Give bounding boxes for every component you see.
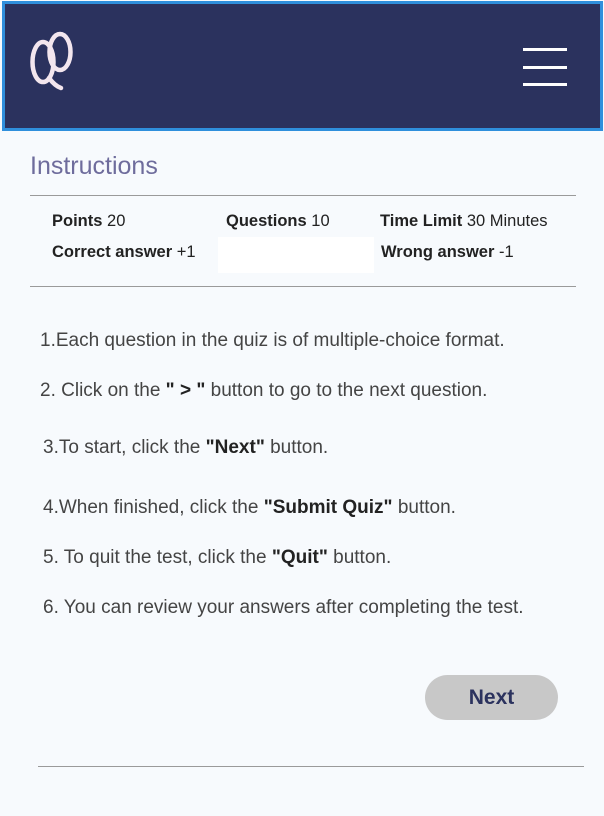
wrong-answer-info: Wrong answer -1 <box>381 243 514 262</box>
points-value: 20 <box>107 212 126 230</box>
time-limit-label: Time Limit <box>380 212 463 230</box>
title-divider <box>30 195 576 196</box>
instruction-step: 2. Click on the " > " button to go to th… <box>40 380 487 402</box>
points-label: Points <box>52 212 103 230</box>
step-text: 2. Click on the <box>40 380 166 401</box>
step-text: button. <box>327 547 392 568</box>
step-highlight: "Quit" <box>271 547 328 568</box>
step-text: button. <box>392 497 456 518</box>
page-title: Instructions <box>30 152 158 180</box>
instruction-step: 6. You can review your answers after com… <box>43 597 524 619</box>
step-text: button. <box>264 437 329 458</box>
wrong-answer-label: Wrong answer <box>381 243 495 261</box>
instruction-step: 3.To start, click the "Next" button. <box>43 437 328 459</box>
questions-label: Questions <box>226 212 307 230</box>
step-text: 5. To quit the test, click the <box>43 547 272 568</box>
correct-answer-info: Correct answer +1 <box>52 243 196 262</box>
step-text: 4.When finished, click the <box>43 497 264 518</box>
points-info: Points 20 <box>52 212 125 231</box>
step-text: 6. You can review your answers after com… <box>43 597 524 618</box>
correct-answer-label: Correct answer <box>52 243 173 261</box>
step-text: button to go to the next question. <box>205 380 488 401</box>
next-button[interactable]: Next <box>425 675 558 720</box>
info-divider <box>30 286 576 287</box>
app-header <box>2 1 603 131</box>
step-highlight: " > " <box>165 380 206 401</box>
step-highlight: "Submit Quiz" <box>263 497 393 518</box>
wrong-answer-value: -1 <box>498 243 514 261</box>
menu-line <box>523 83 567 86</box>
time-limit-value: 30 Minutes <box>466 212 548 230</box>
menu-line <box>523 65 567 69</box>
instruction-step: 4.When finished, click the "Submit Quiz"… <box>43 497 456 519</box>
instruction-step: 1.Each question in the quiz is of multip… <box>40 330 505 352</box>
correct-answer-value: +1 <box>176 243 196 261</box>
questions-info: Questions 10 <box>226 212 330 231</box>
questions-value: 10 <box>311 212 330 230</box>
hamburger-menu-icon[interactable] <box>523 48 567 86</box>
menu-line <box>523 48 567 51</box>
blank-field <box>218 237 374 273</box>
time-limit-info: Time Limit 30 Minutes <box>380 212 548 231</box>
step-highlight: "Next" <box>205 437 265 458</box>
step-text: 1.Each question in the quiz is of multip… <box>40 330 505 351</box>
quiz-logo-icon[interactable] <box>29 30 75 92</box>
footer-divider <box>38 766 584 767</box>
step-text: 3.To start, click the <box>43 437 206 458</box>
instruction-step: 5. To quit the test, click the "Quit" bu… <box>43 547 391 569</box>
